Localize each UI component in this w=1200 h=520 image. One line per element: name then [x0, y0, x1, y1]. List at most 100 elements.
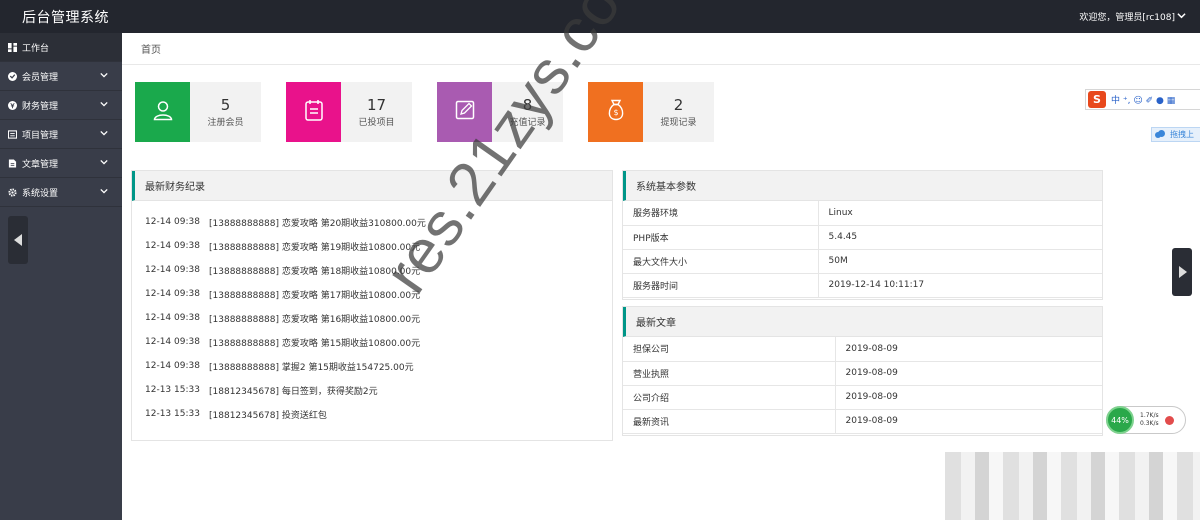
download-speed: 0.3K/s: [1140, 420, 1159, 427]
stat-label: 提现记录: [660, 118, 697, 128]
sidebar-item-label: 财务管理: [22, 101, 59, 112]
breadcrumb-home[interactable]: 首页: [141, 41, 161, 56]
user-menu[interactable]: 欢迎您，管理员[rc108]: [1079, 10, 1186, 23]
cloud-icon: [1154, 129, 1166, 141]
blurred-region: [945, 452, 1200, 520]
article-link[interactable]: 公司介绍: [623, 385, 835, 410]
finance-panel: 最新财务纪录 12-14 09:38 [13888888888] 恋爱攻略 第20…: [131, 170, 613, 441]
money-bag-icon: $: [606, 99, 626, 125]
table-row[interactable]: 营业执照 2019-08-09: [623, 361, 1102, 386]
sogou-logo-icon: S: [1088, 91, 1106, 108]
user-icon: [152, 99, 174, 125]
arrow-right-icon: [1178, 263, 1187, 282]
stat-value: 5: [220, 96, 231, 114]
article-link[interactable]: 最新资讯: [623, 409, 835, 434]
sidebar: 工作台 会员管理 财务管理 项目管理 文章管理 系统设置: [0, 33, 122, 520]
stat-icon-box: [135, 82, 190, 142]
list-item: 12-14 09:38 [13888888888] 掌握2 第15期收益15472…: [145, 361, 414, 373]
top-bar: 后台管理系统 欢迎您，管理员[rc108]: [0, 0, 1200, 33]
svg-text:$: $: [613, 108, 618, 117]
clipboard-icon: [304, 99, 324, 125]
list-item: 12-14 09:38 [13888888888] 恋爱攻略 第15期收益1080…: [145, 337, 421, 349]
articles-table: 担保公司 2019-08-09 营业执照 2019-08-09 公司介绍 2019-0…: [623, 337, 1102, 434]
ime-toolbar-text: 中 ⁺, ☺ ✐ ● ▦: [1111, 96, 1176, 106]
network-monitor[interactable]: 44% 1.7K/s 0.3K/s: [1106, 406, 1186, 434]
list-item: 12-14 09:38 [13888888888] 恋爱攻略 第20期收益3108…: [145, 217, 426, 229]
list-item: 12-14 09:38 [13888888888] 恋爱攻略 第19期收益1080…: [145, 241, 421, 253]
chevron-down-icon: [100, 71, 108, 82]
user-greeting: 欢迎您，管理员[rc108]: [1079, 13, 1175, 23]
sidebar-item-members[interactable]: 会员管理: [0, 62, 122, 91]
cloud-widget-label: 拖拽上: [1170, 130, 1194, 139]
sidebar-item-finance[interactable]: 财务管理: [0, 91, 122, 120]
article-link[interactable]: 担保公司: [623, 337, 835, 362]
gear-icon: [8, 187, 17, 197]
panel-title: 最新文章: [623, 307, 1102, 337]
table-row[interactable]: 公司介绍 2019-08-09: [623, 385, 1102, 410]
stat-label: 充值记录: [509, 118, 546, 128]
chevron-down-icon: [1177, 11, 1186, 23]
system-panel: 系统基本参数 服务器环境 Linux PHP版本 5.4.45 最大文件大小 50M …: [622, 170, 1103, 300]
list-item: 12-13 15:33 [18812345678] 每日签到，获得奖励2元: [145, 385, 378, 397]
table-row: PHP版本 5.4.45: [623, 225, 1102, 250]
panel-title: 系统基本参数: [623, 171, 1102, 201]
sidebar-item-dashboard[interactable]: 工作台: [0, 33, 122, 62]
system-table: 服务器环境 Linux PHP版本 5.4.45 最大文件大小 50M 服务器时间 20…: [623, 201, 1102, 298]
upload-speed: 1.7K/s: [1140, 412, 1159, 419]
project-icon: [8, 129, 17, 139]
list-item: 12-14 09:38 [13888888888] 恋爱攻略 第17期收益1080…: [145, 289, 421, 301]
stat-card-recharge[interactable]: 8 充值记录: [437, 82, 563, 142]
stat-icon-box: $: [588, 82, 643, 142]
status-dot-icon: [1164, 415, 1174, 425]
sidebar-item-projects[interactable]: 项目管理: [0, 120, 122, 149]
stat-value: 8: [522, 96, 533, 114]
article-link[interactable]: 营业执照: [623, 361, 835, 386]
edit-icon: [455, 100, 475, 124]
table-row[interactable]: 担保公司 2019-08-09: [623, 337, 1102, 362]
collapse-sidebar-button[interactable]: [8, 216, 28, 264]
chevron-down-icon: [100, 100, 108, 111]
collapse-right-button[interactable]: [1172, 248, 1192, 296]
dashboard-icon: [8, 42, 17, 52]
chevron-down-icon: [100, 129, 108, 140]
list-item: 12-14 09:38 [13888888888] 恋爱攻略 第18期收益1080…: [145, 265, 421, 277]
sidebar-item-label: 项目管理: [22, 130, 59, 141]
stat-card-withdraw[interactable]: $ 2 提现记录: [588, 82, 714, 142]
arrow-left-icon: [13, 231, 23, 250]
list-item: 12-14 09:38 [13888888888] 恋爱攻略 第16期收益1080…: [145, 313, 421, 325]
sidebar-item-label: 工作台: [22, 43, 50, 54]
panel-title: 最新财务纪录: [132, 171, 612, 201]
chevron-down-icon: [100, 187, 108, 198]
chevron-down-icon: [100, 158, 108, 169]
stat-value: 17: [366, 96, 387, 114]
cloud-upload-widget[interactable]: 拖拽上: [1151, 127, 1200, 142]
stat-value: 2: [673, 96, 684, 114]
network-speeds: 1.7K/s 0.3K/s: [1140, 412, 1159, 428]
sidebar-item-label: 文章管理: [22, 159, 59, 170]
breadcrumb: 首页: [122, 33, 1200, 65]
articles-panel: 最新文章 担保公司 2019-08-09 营业执照 2019-08-09 公司介绍 2…: [622, 306, 1103, 436]
list-item: 12-13 15:33 [18812345678] 投资送红包: [145, 409, 327, 421]
network-percent: 44%: [1106, 406, 1134, 434]
sidebar-item-articles[interactable]: 文章管理: [0, 149, 122, 178]
finance-list: 12-14 09:38 [13888888888] 恋爱攻略 第20期收益3108…: [132, 201, 612, 426]
article-icon: [8, 158, 17, 168]
app-title: 后台管理系统: [22, 9, 109, 26]
finance-icon: [8, 100, 17, 110]
table-row: 服务器环境 Linux: [623, 201, 1102, 226]
table-row: 最大文件大小 50M: [623, 249, 1102, 274]
member-icon: [8, 71, 17, 81]
table-row: 服务器时间 2019-12-14 10:11:17: [623, 273, 1102, 298]
stat-card-members[interactable]: 5 注册会员: [135, 82, 261, 142]
sidebar-item-settings[interactable]: 系统设置: [0, 178, 122, 207]
stat-card-projects[interactable]: 17 已投项目: [286, 82, 412, 142]
sidebar-item-label: 会员管理: [22, 72, 59, 83]
stat-icon-box: [437, 82, 492, 142]
sidebar-item-label: 系统设置: [22, 188, 59, 199]
stat-label: 已投项目: [358, 118, 395, 128]
stat-icon-box: [286, 82, 341, 142]
main-content: 首页 5 注册会员 17 已投项目 8 充值记录 $ 2 提现记录 最新财务纪录…: [122, 33, 1200, 520]
stat-label: 注册会员: [207, 118, 244, 128]
table-row[interactable]: 最新资讯 2019-08-09: [623, 409, 1102, 434]
ime-toolbar[interactable]: S 中 ⁺, ☺ ✐ ● ▦: [1085, 89, 1200, 110]
